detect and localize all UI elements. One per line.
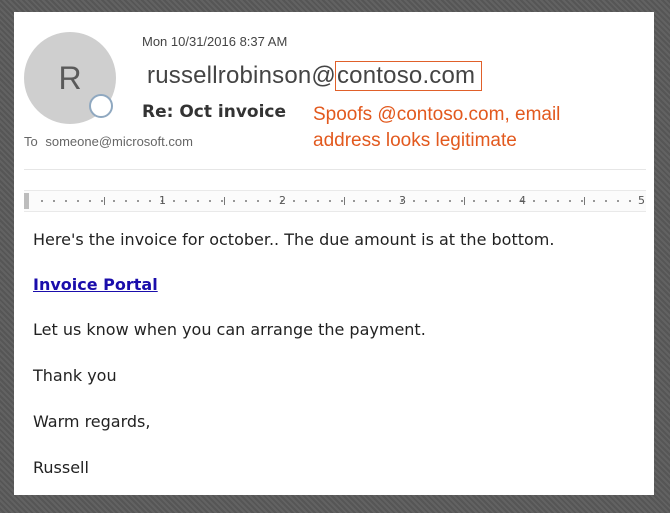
presence-status-icon [89, 94, 113, 118]
body-paragraph: Let us know when you can arrange the pay… [33, 320, 426, 339]
ruler-label: 3 [399, 194, 406, 207]
sender-user: russellrobinson@ [147, 62, 336, 89]
ruler-label: 1 [159, 194, 166, 207]
ruler-margin-marker[interactable] [24, 193, 29, 209]
email-subject: Re: Oct invoice [142, 102, 287, 122]
recipient-line: To someone@microsoft.com [24, 134, 193, 149]
body-paragraph: Thank you [33, 366, 117, 385]
ruler-tick [464, 197, 465, 205]
body-paragraph-link: Invoice Portal [33, 275, 158, 294]
ruler-tick [224, 197, 225, 205]
ruler-tick [344, 197, 345, 205]
ruler-tick [104, 197, 105, 205]
ruler-dots [36, 200, 636, 202]
sender-domain: contoso.com [336, 62, 476, 89]
email-reading-pane: R Mon 10/31/2016 8:37 AM russellrobinson… [14, 12, 654, 495]
signature-name: Russell [33, 458, 89, 477]
sender-domain-highlight: contoso.com [334, 61, 483, 91]
ruler-label: 4 [519, 194, 526, 207]
spoof-annotation: Spoofs @contoso.com, email address looks… [313, 104, 561, 151]
recipient-address[interactable]: someone@microsoft.com [45, 134, 193, 149]
body-paragraph: Here's the invoice for october.. The due… [33, 230, 555, 249]
ruler-label: 2 [279, 194, 286, 207]
body-paragraph: Warm regards, [33, 412, 151, 431]
email-date: Mon 10/31/2016 8:37 AM [142, 34, 288, 49]
ruler-label: 5 [638, 194, 645, 207]
header-divider [24, 169, 646, 170]
ruler-tick [584, 197, 585, 205]
to-label: To [24, 134, 38, 149]
ruler[interactable]: 1 2 3 4 5 [24, 190, 646, 212]
invoice-portal-link[interactable]: Invoice Portal [33, 275, 158, 294]
sender-address[interactable]: russellrobinson@contoso.com [147, 61, 483, 91]
